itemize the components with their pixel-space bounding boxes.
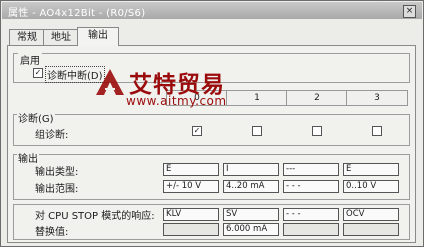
diagnostics-label: 诊断(G) xyxy=(17,110,55,125)
diagnostics-group xyxy=(13,114,410,146)
enable-group-label: 启用 xyxy=(18,52,42,67)
output-range-field-0[interactable]: +/- 10 V xyxy=(163,180,219,193)
cpu-stop-label: 对 CPU STOP 模式的响应: xyxy=(35,211,155,222)
cpu-stop-field-2[interactable]: - - - xyxy=(283,208,339,221)
group-diag-checkbox-0[interactable]: ✓ xyxy=(192,126,202,136)
replace-value-label: 替换值: xyxy=(35,227,69,238)
title-bar[interactable]: 属性 - AO4x12Bit - (R0/S6) × xyxy=(2,2,422,19)
output-range-field-2[interactable]: - - - xyxy=(283,180,339,193)
output-type-label: 输出类型: xyxy=(35,167,79,178)
cpu-stop-field-0[interactable]: KLV xyxy=(163,208,219,221)
output-type-field-2[interactable]: --- xyxy=(283,163,339,176)
tab-address[interactable]: 地址 xyxy=(43,29,79,45)
diag-interrupt-checkbox[interactable]: ✓ xyxy=(33,68,43,78)
group-diag-checkbox-1[interactable] xyxy=(252,126,262,136)
cpu-stop-field-1[interactable]: SV xyxy=(223,208,279,221)
watermark-url: www.aitmy.com xyxy=(126,94,227,108)
replace-value-field-3[interactable] xyxy=(343,223,399,236)
replace-value-field-2[interactable] xyxy=(283,223,339,236)
replace-value-field-0[interactable] xyxy=(163,223,219,236)
close-button[interactable]: × xyxy=(403,5,416,18)
output-range-field-1[interactable]: 4..20 mA xyxy=(223,180,279,193)
replace-value-field-1[interactable]: 6.000 mA xyxy=(223,223,279,236)
window-title: 属性 - AO4x12Bit - (R0/S6) xyxy=(8,8,146,19)
group-diag-checkbox-2[interactable] xyxy=(312,126,322,136)
watermark-logo-icon xyxy=(96,69,124,95)
column-header-2: 2 xyxy=(286,90,348,106)
properties-dialog: 属性 - AO4x12Bit - (R0/S6) × 常规 地址 输出 启用 ✓… xyxy=(0,0,424,247)
group-diag-label: 组诊断: xyxy=(35,130,69,141)
cpu-stop-field-3[interactable]: OCV xyxy=(343,208,399,221)
tab-output[interactable]: 输出 xyxy=(77,27,119,46)
tab-general[interactable]: 常规 xyxy=(9,29,45,45)
output-range-field-3[interactable]: 0..10 V xyxy=(343,180,399,193)
output-type-field-3[interactable]: E xyxy=(343,163,399,176)
output-range-label: 输出范围: xyxy=(35,184,79,195)
column-header-3: 3 xyxy=(346,90,408,106)
output-type-field-0[interactable]: E xyxy=(163,163,219,176)
column-header-1: 1 xyxy=(226,90,288,106)
output-type-field-1[interactable]: I xyxy=(223,163,279,176)
group-diag-checkbox-3[interactable] xyxy=(372,126,382,136)
